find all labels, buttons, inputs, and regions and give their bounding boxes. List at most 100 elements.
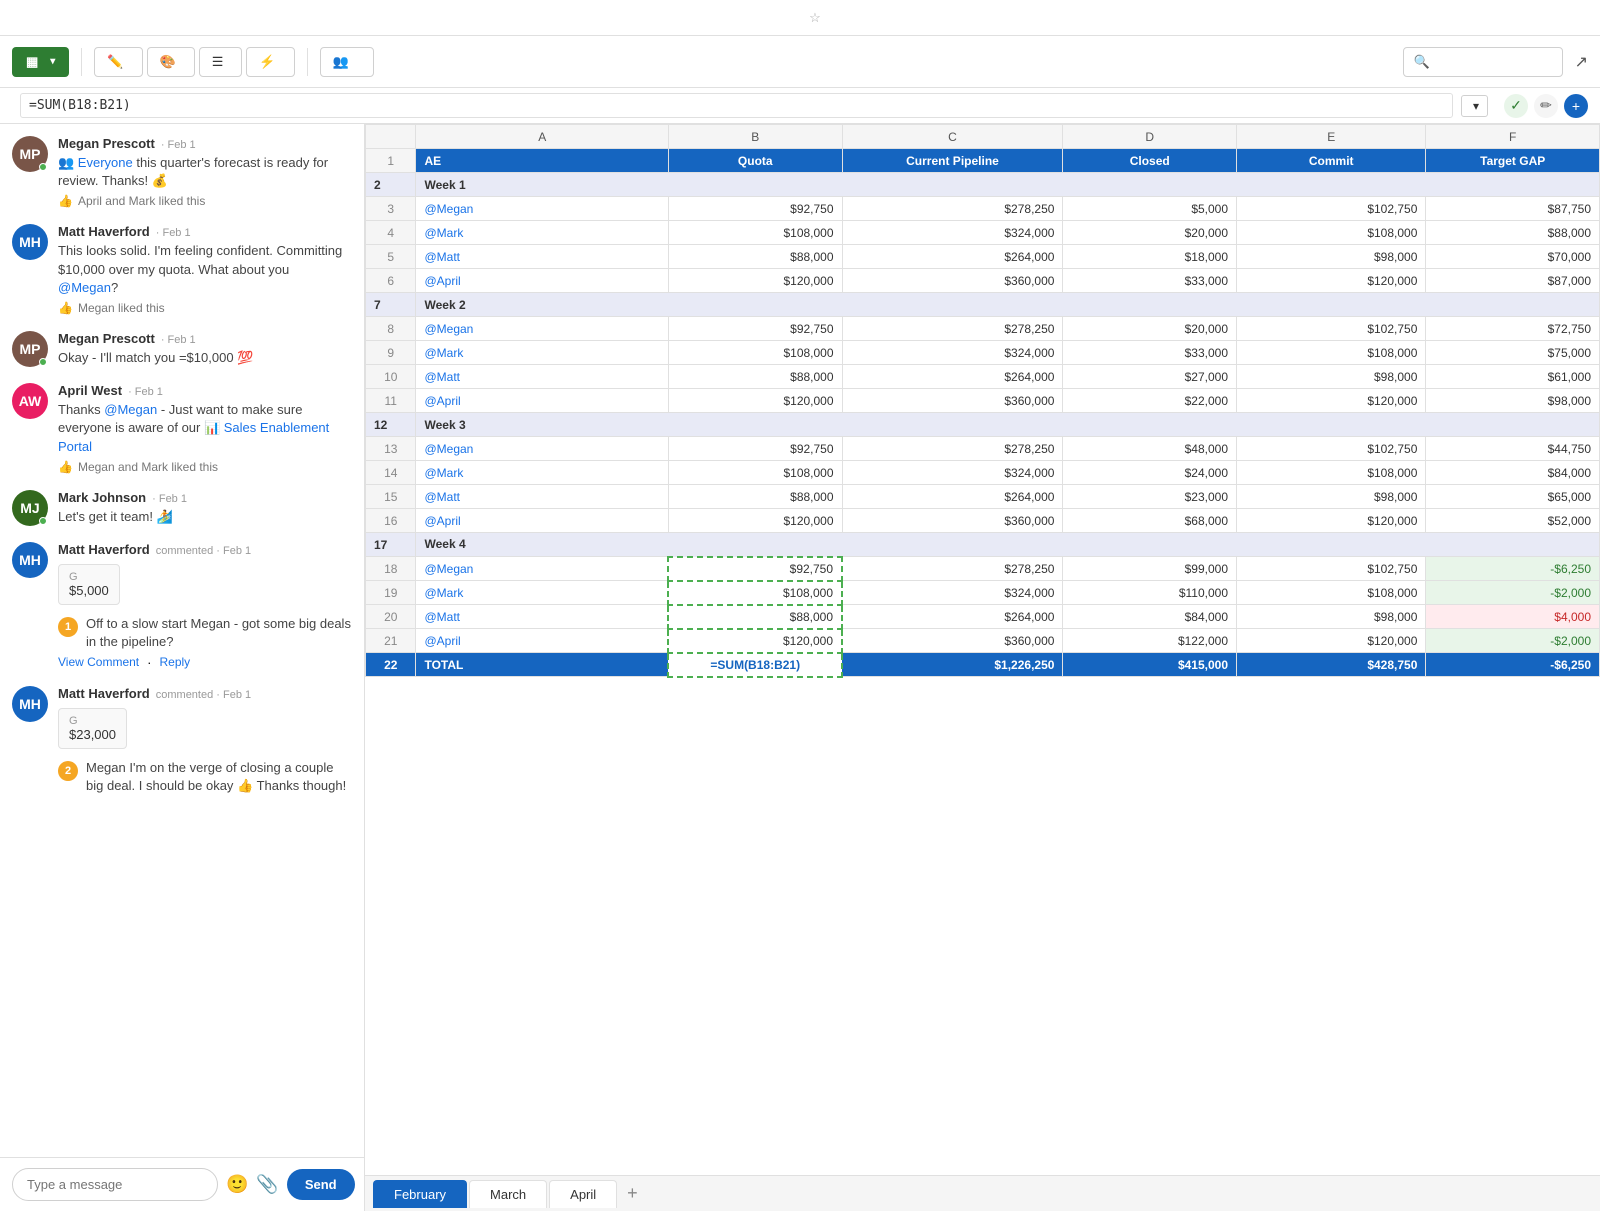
tab-april[interactable]: April	[549, 1180, 617, 1208]
ae-cell[interactable]: @Mark	[416, 341, 668, 365]
commit-cell[interactable]: $108,000	[1237, 461, 1426, 485]
commit-cell[interactable]: $108,000	[1237, 581, 1426, 605]
gap-cell[interactable]: $87,750	[1426, 197, 1600, 221]
commit-cell[interactable]: $120,000	[1237, 269, 1426, 293]
gap-cell[interactable]: $61,000	[1426, 365, 1600, 389]
col-a-header[interactable]: A	[416, 125, 668, 149]
col-d-header[interactable]: D	[1063, 125, 1237, 149]
attach-icon[interactable]: 📎	[256, 1174, 278, 1195]
closed-cell[interactable]: $99,000	[1063, 557, 1237, 581]
ae-cell[interactable]: @Megan	[416, 317, 668, 341]
gap-cell[interactable]: $84,000	[1426, 461, 1600, 485]
gap-cell[interactable]: $65,000	[1426, 485, 1600, 509]
formula-total-cell[interactable]: =SUM(B18:B21)	[668, 653, 842, 677]
closed-cell[interactable]: $23,000	[1063, 485, 1237, 509]
commit-cell[interactable]: $102,750	[1237, 317, 1426, 341]
pipeline-cell[interactable]: $324,000	[842, 581, 1063, 605]
quota-cell[interactable]: $120,000	[668, 629, 842, 653]
gap-cell[interactable]: $98,000	[1426, 389, 1600, 413]
sheet-table-wrap[interactable]: A B C D E F 1 AE Quota Current Pipeline …	[365, 124, 1600, 1175]
formula-add-icon[interactable]: +	[1564, 94, 1588, 118]
data-button[interactable]: ⚡	[246, 47, 294, 77]
message-input[interactable]	[12, 1168, 218, 1201]
formula-check-icon[interactable]: ✓	[1504, 94, 1528, 118]
quota-cell[interactable]: $120,000	[668, 509, 842, 533]
currency-badge[interactable]: ▾	[1461, 95, 1488, 117]
commit-cell[interactable]: $98,000	[1237, 485, 1426, 509]
commit-cell[interactable]: $108,000	[1237, 341, 1426, 365]
commit-cell[interactable]: $98,000	[1237, 245, 1426, 269]
commit-cell[interactable]: $120,000	[1237, 509, 1426, 533]
gap-cell[interactable]: $4,000	[1426, 605, 1600, 629]
ae-cell[interactable]: @April	[416, 629, 668, 653]
ae-cell[interactable]: @Matt	[416, 605, 668, 629]
emoji-icon[interactable]: 🙂	[226, 1174, 248, 1195]
ae-cell[interactable]: @Megan	[416, 197, 668, 221]
quota-cell[interactable]: $92,750	[668, 437, 842, 461]
gap-cell[interactable]: $75,000	[1426, 341, 1600, 365]
format-button[interactable]: 🎨	[147, 47, 195, 77]
ae-cell[interactable]: @Megan	[416, 437, 668, 461]
closed-cell[interactable]: $33,000	[1063, 269, 1237, 293]
pipeline-cell[interactable]: $264,000	[842, 605, 1063, 629]
gap-cell[interactable]: $72,750	[1426, 317, 1600, 341]
quota-cell[interactable]: $88,000	[668, 245, 842, 269]
closed-cell[interactable]: $48,000	[1063, 437, 1237, 461]
ae-cell[interactable]: @Matt	[416, 485, 668, 509]
closed-cell[interactable]: $24,000	[1063, 461, 1237, 485]
portal-link[interactable]: Sales Enablement Portal	[58, 420, 329, 453]
closed-cell[interactable]: $20,000	[1063, 221, 1237, 245]
spreadsheet-button[interactable]: ▦ ▾	[12, 47, 69, 77]
quota-cell[interactable]: $88,000	[668, 485, 842, 509]
share-button[interactable]: 👥	[320, 47, 374, 77]
pipeline-cell[interactable]: $324,000	[842, 221, 1063, 245]
col-e-header[interactable]: E	[1237, 125, 1426, 149]
quota-cell[interactable]: $108,000	[668, 461, 842, 485]
quota-cell[interactable]: $92,750	[668, 557, 842, 581]
ae-cell[interactable]: @April	[416, 509, 668, 533]
quota-cell[interactable]: $120,000	[668, 269, 842, 293]
quota-cell[interactable]: $92,750	[668, 197, 842, 221]
gap-cell[interactable]: -$2,000	[1426, 629, 1600, 653]
commit-cell[interactable]: $98,000	[1237, 365, 1426, 389]
commit-cell[interactable]: $102,750	[1237, 437, 1426, 461]
quota-cell[interactable]: $108,000	[668, 341, 842, 365]
gap-cell[interactable]: -$2,000	[1426, 581, 1600, 605]
pipeline-cell[interactable]: $278,250	[842, 317, 1063, 341]
pipeline-cell[interactable]: $264,000	[842, 365, 1063, 389]
col-c-header[interactable]: C	[842, 125, 1063, 149]
gap-cell[interactable]: $44,750	[1426, 437, 1600, 461]
pipeline-cell[interactable]: $278,250	[842, 557, 1063, 581]
pipeline-cell[interactable]: $360,000	[842, 629, 1063, 653]
quota-cell[interactable]: $88,000	[668, 605, 842, 629]
quota-cell[interactable]: $92,750	[668, 317, 842, 341]
gap-cell[interactable]: $52,000	[1426, 509, 1600, 533]
pipeline-cell[interactable]: $264,000	[842, 245, 1063, 269]
closed-cell[interactable]: $122,000	[1063, 629, 1237, 653]
closed-cell[interactable]: $22,000	[1063, 389, 1237, 413]
closed-cell[interactable]: $33,000	[1063, 341, 1237, 365]
ae-cell[interactable]: @Matt	[416, 245, 668, 269]
gap-cell[interactable]: $87,000	[1426, 269, 1600, 293]
pipeline-cell[interactable]: $360,000	[842, 509, 1063, 533]
formula-pencil-icon[interactable]: ✏	[1534, 94, 1558, 118]
col-b-header[interactable]: B	[668, 125, 842, 149]
closed-cell[interactable]: $68,000	[1063, 509, 1237, 533]
closed-cell[interactable]: $110,000	[1063, 581, 1237, 605]
insert-button[interactable]: ☰	[199, 47, 243, 77]
gap-cell[interactable]: $88,000	[1426, 221, 1600, 245]
pipeline-cell[interactable]: $264,000	[842, 485, 1063, 509]
ae-cell[interactable]: @Megan	[416, 557, 668, 581]
ae-cell[interactable]: @Mark	[416, 461, 668, 485]
col-f-header[interactable]: F	[1426, 125, 1600, 149]
ae-cell[interactable]: @April	[416, 269, 668, 293]
ae-cell[interactable]: @Matt	[416, 365, 668, 389]
pipeline-cell[interactable]: $360,000	[842, 389, 1063, 413]
pipeline-cell[interactable]: $360,000	[842, 269, 1063, 293]
pipeline-cell[interactable]: $278,250	[842, 437, 1063, 461]
commit-cell[interactable]: $102,750	[1237, 557, 1426, 581]
send-button[interactable]: Send	[287, 1169, 355, 1200]
commit-cell[interactable]: $108,000	[1237, 221, 1426, 245]
reply-link[interactable]: Reply	[159, 655, 190, 670]
star-icon[interactable]: ☆	[809, 10, 821, 26]
